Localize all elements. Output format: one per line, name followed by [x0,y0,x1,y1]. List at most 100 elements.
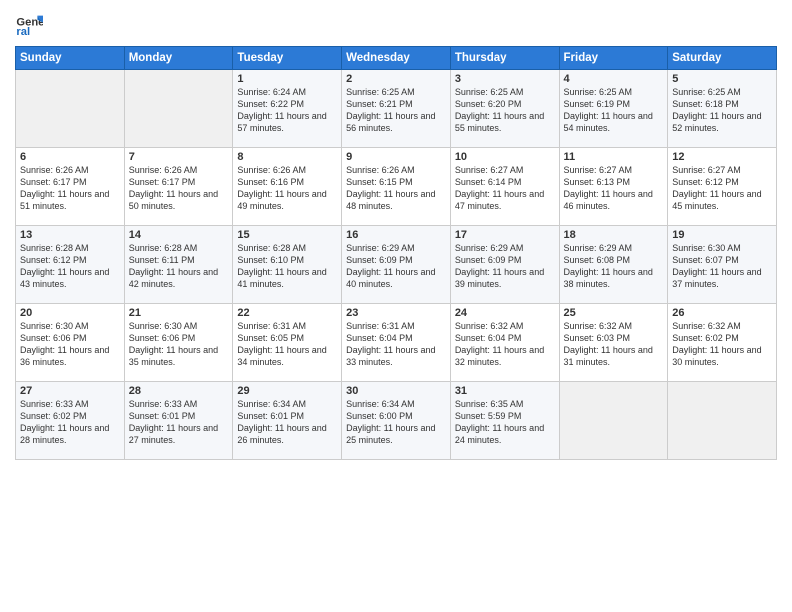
day-number: 25 [564,307,664,319]
day-number: 28 [129,385,229,397]
day-number: 22 [237,307,337,319]
calendar-cell [668,382,777,460]
day-header-friday: Friday [559,47,668,70]
calendar-cell: 8Sunrise: 6:26 AM Sunset: 6:16 PM Daylig… [233,148,342,226]
day-info: Sunrise: 6:25 AM Sunset: 6:19 PM Dayligh… [564,86,664,135]
day-number: 18 [564,229,664,241]
day-info: Sunrise: 6:26 AM Sunset: 6:17 PM Dayligh… [129,164,229,213]
calendar-cell: 21Sunrise: 6:30 AM Sunset: 6:06 PM Dayli… [124,304,233,382]
week-row-1: 6Sunrise: 6:26 AM Sunset: 6:17 PM Daylig… [16,148,777,226]
day-info: Sunrise: 6:30 AM Sunset: 6:06 PM Dayligh… [129,320,229,369]
calendar-cell: 29Sunrise: 6:34 AM Sunset: 6:01 PM Dayli… [233,382,342,460]
day-info: Sunrise: 6:28 AM Sunset: 6:10 PM Dayligh… [237,242,337,291]
day-header-saturday: Saturday [668,47,777,70]
day-info: Sunrise: 6:25 AM Sunset: 6:18 PM Dayligh… [672,86,772,135]
day-info: Sunrise: 6:27 AM Sunset: 6:13 PM Dayligh… [564,164,664,213]
day-number: 10 [455,151,555,163]
day-number: 24 [455,307,555,319]
day-info: Sunrise: 6:30 AM Sunset: 6:06 PM Dayligh… [20,320,120,369]
calendar-cell: 14Sunrise: 6:28 AM Sunset: 6:11 PM Dayli… [124,226,233,304]
calendar-cell: 15Sunrise: 6:28 AM Sunset: 6:10 PM Dayli… [233,226,342,304]
day-info: Sunrise: 6:29 AM Sunset: 6:08 PM Dayligh… [564,242,664,291]
calendar-cell: 26Sunrise: 6:32 AM Sunset: 6:02 PM Dayli… [668,304,777,382]
day-number: 19 [672,229,772,241]
day-number: 8 [237,151,337,163]
day-header-sunday: Sunday [16,47,125,70]
calendar-cell: 18Sunrise: 6:29 AM Sunset: 6:08 PM Dayli… [559,226,668,304]
calendar-header-row: SundayMondayTuesdayWednesdayThursdayFrid… [16,47,777,70]
calendar-cell [124,70,233,148]
day-number: 7 [129,151,229,163]
day-info: Sunrise: 6:29 AM Sunset: 6:09 PM Dayligh… [455,242,555,291]
calendar-cell: 16Sunrise: 6:29 AM Sunset: 6:09 PM Dayli… [342,226,451,304]
week-row-4: 27Sunrise: 6:33 AM Sunset: 6:02 PM Dayli… [16,382,777,460]
week-row-3: 20Sunrise: 6:30 AM Sunset: 6:06 PM Dayli… [16,304,777,382]
day-number: 29 [237,385,337,397]
calendar-cell: 11Sunrise: 6:27 AM Sunset: 6:13 PM Dayli… [559,148,668,226]
day-info: Sunrise: 6:30 AM Sunset: 6:07 PM Dayligh… [672,242,772,291]
day-info: Sunrise: 6:34 AM Sunset: 6:00 PM Dayligh… [346,398,446,447]
day-info: Sunrise: 6:28 AM Sunset: 6:12 PM Dayligh… [20,242,120,291]
day-number: 30 [346,385,446,397]
day-number: 12 [672,151,772,163]
calendar-cell: 10Sunrise: 6:27 AM Sunset: 6:14 PM Dayli… [450,148,559,226]
calendar-cell: 20Sunrise: 6:30 AM Sunset: 6:06 PM Dayli… [16,304,125,382]
calendar-cell: 19Sunrise: 6:30 AM Sunset: 6:07 PM Dayli… [668,226,777,304]
day-number: 21 [129,307,229,319]
day-number: 2 [346,73,446,85]
day-info: Sunrise: 6:25 AM Sunset: 6:21 PM Dayligh… [346,86,446,135]
calendar-cell: 2Sunrise: 6:25 AM Sunset: 6:21 PM Daylig… [342,70,451,148]
day-info: Sunrise: 6:32 AM Sunset: 6:03 PM Dayligh… [564,320,664,369]
day-info: Sunrise: 6:26 AM Sunset: 6:16 PM Dayligh… [237,164,337,213]
day-info: Sunrise: 6:31 AM Sunset: 6:04 PM Dayligh… [346,320,446,369]
day-info: Sunrise: 6:31 AM Sunset: 6:05 PM Dayligh… [237,320,337,369]
week-row-2: 13Sunrise: 6:28 AM Sunset: 6:12 PM Dayli… [16,226,777,304]
day-info: Sunrise: 6:32 AM Sunset: 6:02 PM Dayligh… [672,320,772,369]
week-row-0: 1Sunrise: 6:24 AM Sunset: 6:22 PM Daylig… [16,70,777,148]
day-number: 15 [237,229,337,241]
calendar-cell: 22Sunrise: 6:31 AM Sunset: 6:05 PM Dayli… [233,304,342,382]
calendar-cell: 27Sunrise: 6:33 AM Sunset: 6:02 PM Dayli… [16,382,125,460]
header: Gene ral [15,10,777,38]
calendar-cell: 12Sunrise: 6:27 AM Sunset: 6:12 PM Dayli… [668,148,777,226]
day-number: 1 [237,73,337,85]
calendar-cell: 25Sunrise: 6:32 AM Sunset: 6:03 PM Dayli… [559,304,668,382]
calendar-cell: 9Sunrise: 6:26 AM Sunset: 6:15 PM Daylig… [342,148,451,226]
calendar-cell: 3Sunrise: 6:25 AM Sunset: 6:20 PM Daylig… [450,70,559,148]
day-number: 5 [672,73,772,85]
logo: Gene ral [15,10,45,38]
day-info: Sunrise: 6:24 AM Sunset: 6:22 PM Dayligh… [237,86,337,135]
logo-icon: Gene ral [15,10,43,38]
day-number: 3 [455,73,555,85]
day-number: 17 [455,229,555,241]
day-info: Sunrise: 6:28 AM Sunset: 6:11 PM Dayligh… [129,242,229,291]
day-number: 20 [20,307,120,319]
calendar-cell: 4Sunrise: 6:25 AM Sunset: 6:19 PM Daylig… [559,70,668,148]
day-number: 16 [346,229,446,241]
calendar-cell: 1Sunrise: 6:24 AM Sunset: 6:22 PM Daylig… [233,70,342,148]
day-number: 31 [455,385,555,397]
day-header-monday: Monday [124,47,233,70]
day-number: 6 [20,151,120,163]
day-info: Sunrise: 6:34 AM Sunset: 6:01 PM Dayligh… [237,398,337,447]
day-info: Sunrise: 6:33 AM Sunset: 6:01 PM Dayligh… [129,398,229,447]
calendar-cell [559,382,668,460]
day-info: Sunrise: 6:26 AM Sunset: 6:15 PM Dayligh… [346,164,446,213]
day-header-tuesday: Tuesday [233,47,342,70]
calendar-cell: 24Sunrise: 6:32 AM Sunset: 6:04 PM Dayli… [450,304,559,382]
day-number: 27 [20,385,120,397]
day-info: Sunrise: 6:27 AM Sunset: 6:14 PM Dayligh… [455,164,555,213]
calendar-table: SundayMondayTuesdayWednesdayThursdayFrid… [15,46,777,460]
day-number: 14 [129,229,229,241]
day-info: Sunrise: 6:26 AM Sunset: 6:17 PM Dayligh… [20,164,120,213]
day-header-thursday: Thursday [450,47,559,70]
day-number: 9 [346,151,446,163]
calendar-cell: 7Sunrise: 6:26 AM Sunset: 6:17 PM Daylig… [124,148,233,226]
day-info: Sunrise: 6:35 AM Sunset: 5:59 PM Dayligh… [455,398,555,447]
calendar-cell: 23Sunrise: 6:31 AM Sunset: 6:04 PM Dayli… [342,304,451,382]
day-number: 11 [564,151,664,163]
day-info: Sunrise: 6:33 AM Sunset: 6:02 PM Dayligh… [20,398,120,447]
day-number: 4 [564,73,664,85]
day-info: Sunrise: 6:32 AM Sunset: 6:04 PM Dayligh… [455,320,555,369]
calendar-cell: 17Sunrise: 6:29 AM Sunset: 6:09 PM Dayli… [450,226,559,304]
